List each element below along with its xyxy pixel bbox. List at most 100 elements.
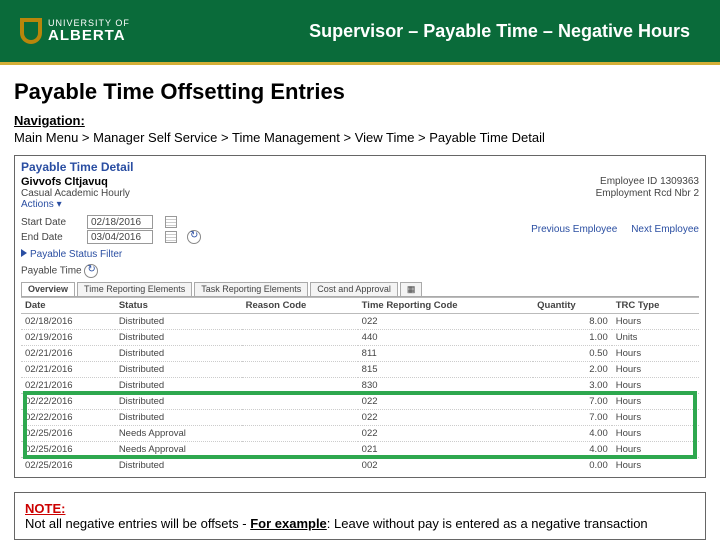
cell-status: Distributed [115,378,242,394]
cell-reason [242,458,358,474]
navigation-label: Navigation: [14,113,706,128]
cell-reason [242,346,358,362]
start-date-input[interactable]: 02/18/2016 [87,215,153,229]
tab-bar: Overview Time Reporting Elements Task Re… [21,282,699,297]
table-row: 02/19/2016Distributed 4401.00Units [21,330,699,346]
cell-status: Needs Approval [115,426,242,442]
cell-qty: 0.50 [533,346,612,362]
cell-qty: 4.00 [533,442,612,458]
note-box: NOTE: Not all negative entries will be o… [14,492,706,540]
calendar-icon[interactable] [165,216,177,228]
cell-type: Units [612,330,699,346]
slide-title: Supervisor – Payable Time – Negative Hou… [309,21,690,42]
previous-employee-link[interactable]: Previous Employee [531,224,617,235]
tab-overview[interactable]: Overview [21,282,75,296]
cell-date: 02/21/2016 [21,378,115,394]
page-title: Payable Time Offsetting Entries [14,79,706,105]
col-status: Status [115,298,242,314]
cell-type: Hours [612,378,699,394]
start-date-label: Start Date [21,217,77,228]
cell-trc: 811 [358,346,533,362]
embedded-screenshot: Payable Time Detail Givvofs Cltjavuq Emp… [14,155,706,478]
employee-name: Givvofs Cltjavuq [21,176,108,188]
tab-task-reporting-elements[interactable]: Task Reporting Elements [194,282,308,296]
cell-status: Distributed [115,346,242,362]
logo-text-bottom: ALBERTA [48,28,130,43]
navigation-path: Main Menu > Manager Self Service > Time … [14,130,706,145]
cell-trc: 022 [358,314,533,330]
cell-type: Hours [612,410,699,426]
cell-date: 02/25/2016 [21,458,115,474]
customize-icon[interactable] [84,264,98,278]
table-row: 02/21/2016Distributed8152.00Hours [21,362,699,378]
cell-date: 02/22/2016 [21,394,115,410]
cell-status: Distributed [115,458,242,474]
cell-status: Distributed [115,362,242,378]
table-row: 02/22/2016Distributed 0227.00Hours [21,410,699,426]
col-trc-type: TRC Type [612,298,699,314]
logo-crest-icon [20,18,42,44]
cell-reason [242,378,358,394]
cell-trc: 021 [358,442,533,458]
cell-date: 02/18/2016 [21,314,115,330]
payable-time-grid: Date Status Reason Code Time Reporting C… [21,297,699,473]
cell-reason [242,426,358,442]
cell-reason [242,394,358,410]
cell-status: Distributed [115,410,242,426]
cell-trc: 815 [358,362,533,378]
cell-qty: 1.00 [533,330,612,346]
cell-status: Distributed [115,330,242,346]
expand-icon[interactable] [21,249,27,257]
note-text: Not all negative entries will be offsets… [25,516,695,531]
refresh-icon[interactable] [187,230,201,244]
cell-qty: 7.00 [533,394,612,410]
next-employee-link[interactable]: Next Employee [631,224,699,235]
cell-date: 02/25/2016 [21,442,115,458]
cell-reason [242,330,358,346]
cell-type: Hours [612,346,699,362]
col-date: Date [21,298,115,314]
actions-menu[interactable]: Actions ▾ [21,199,699,210]
calendar-icon[interactable] [165,231,177,243]
cell-date: 02/22/2016 [21,410,115,426]
cell-trc: 022 [358,410,533,426]
cell-type: Hours [612,458,699,474]
col-trc: Time Reporting Code [358,298,533,314]
col-reason: Reason Code [242,298,358,314]
table-row: 02/25/2016Distributed0020.00Hours [21,458,699,474]
cell-trc: 440 [358,330,533,346]
cell-reason [242,410,358,426]
cell-reason [242,314,358,330]
cell-type: Hours [612,314,699,330]
cell-trc: 022 [358,394,533,410]
cell-type: Hours [612,442,699,458]
cell-qty: 3.00 [533,378,612,394]
end-date-label: End Date [21,232,77,243]
table-row: 02/18/2016Distributed0228.00Hours [21,314,699,330]
employee-id: 1309363 [660,176,699,187]
payable-status-filter[interactable]: Payable Status Filter [30,249,122,260]
cell-type: Hours [612,426,699,442]
pt-detail-heading: Payable Time Detail [21,160,699,174]
cell-reason [242,362,358,378]
cell-trc: 002 [358,458,533,474]
table-row: 02/21/2016Distributed8303.00Hours [21,378,699,394]
cell-qty: 7.00 [533,410,612,426]
cell-qty: 8.00 [533,314,612,330]
tab-time-reporting-elements[interactable]: Time Reporting Elements [77,282,192,296]
employee-id-label: Employee ID [600,176,657,187]
payable-time-label: Payable Time [21,266,82,277]
cell-date: 02/25/2016 [21,426,115,442]
tab-cost-and-approval[interactable]: Cost and Approval [310,282,398,296]
cell-reason [242,442,358,458]
job-label: Casual Academic Hourly [21,188,130,199]
logo: UNIVERSITY OF ALBERTA [20,18,130,44]
tab-show-all-icon[interactable]: ▦ [400,282,423,296]
rcd-label: Employment Rcd Nbr [596,188,691,199]
payable-time-grid-wrap: Date Status Reason Code Time Reporting C… [21,297,699,473]
rcd-value: 2 [693,188,699,199]
cell-date: 02/19/2016 [21,330,115,346]
end-date-input[interactable]: 03/04/2016 [87,230,153,244]
cell-type: Hours [612,362,699,378]
cell-status: Needs Approval [115,442,242,458]
